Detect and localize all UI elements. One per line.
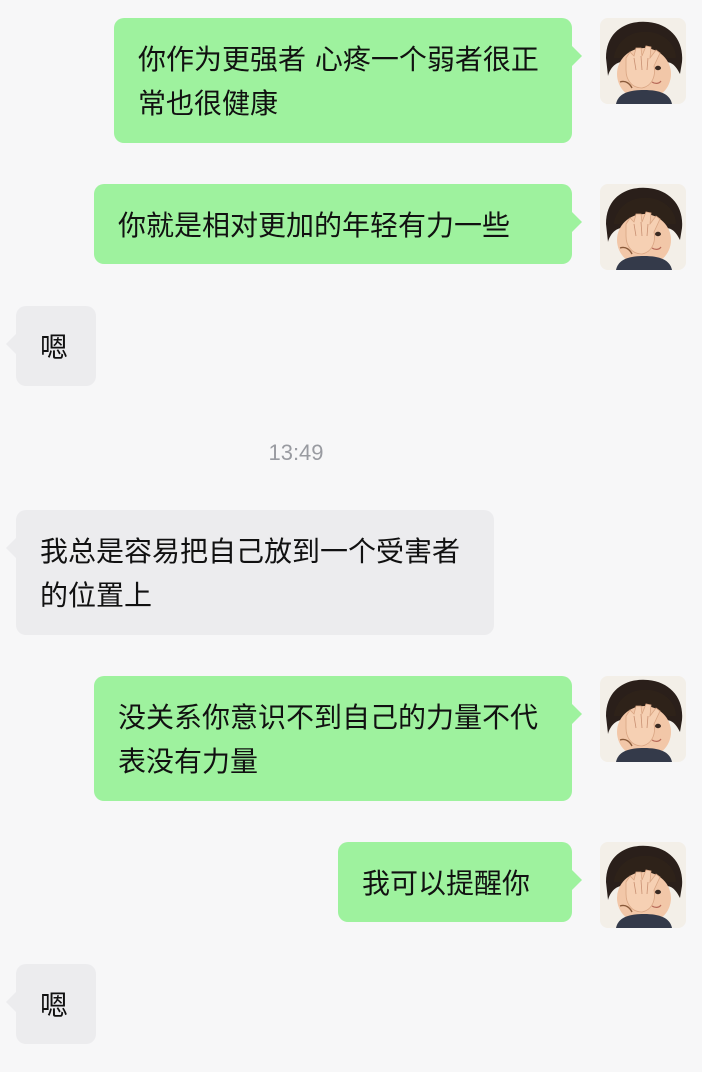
message-bubble-outgoing[interactable]: 你作为更强者 心疼一个弱者很正常也很健康 [114, 18, 582, 143]
message-text: 我可以提醒你 [362, 867, 531, 900]
message-text: 没关系你意识不到自己的力量不代表没有力量 [118, 701, 539, 778]
message-text: 嗯 [40, 989, 69, 1022]
message-text: 你作为更强者 心疼一个弱者很正常也很健康 [138, 43, 539, 120]
message-bubble-outgoing[interactable]: 我可以提醒你 [338, 842, 582, 922]
self-avatar[interactable] [600, 676, 686, 762]
message-bubble-incoming[interactable]: 嗯 [6, 306, 96, 386]
chat-timestamp: 13:49 [268, 440, 324, 465]
self-avatar[interactable] [600, 842, 686, 928]
message-text: 嗯 [40, 331, 69, 364]
self-avatar[interactable] [600, 184, 686, 270]
chat-conversation: 你作为更强者 心疼一个弱者很正常也很健康 你就是相对更加的年轻有力一些 嗯 13… [0, 0, 702, 1072]
message-bubble-incoming[interactable]: 嗯 [6, 964, 96, 1044]
child-covering-face-avatar-icon [600, 184, 686, 270]
message-text: 你就是相对更加的年轻有力一些 [118, 209, 511, 242]
child-covering-face-avatar-icon [600, 18, 686, 104]
message-bubble-incoming[interactable]: 我总是容易把自己放到一个受害者的位置上 [6, 510, 494, 635]
message-bubble-outgoing[interactable]: 没关系你意识不到自己的力量不代表没有力量 [94, 676, 582, 801]
self-avatar[interactable] [600, 18, 686, 104]
child-covering-face-avatar-icon [600, 676, 686, 762]
message-text: 我总是容易把自己放到一个受害者的位置上 [40, 535, 461, 612]
child-covering-face-avatar-icon [600, 842, 686, 928]
message-bubble-outgoing[interactable]: 你就是相对更加的年轻有力一些 [94, 184, 582, 264]
